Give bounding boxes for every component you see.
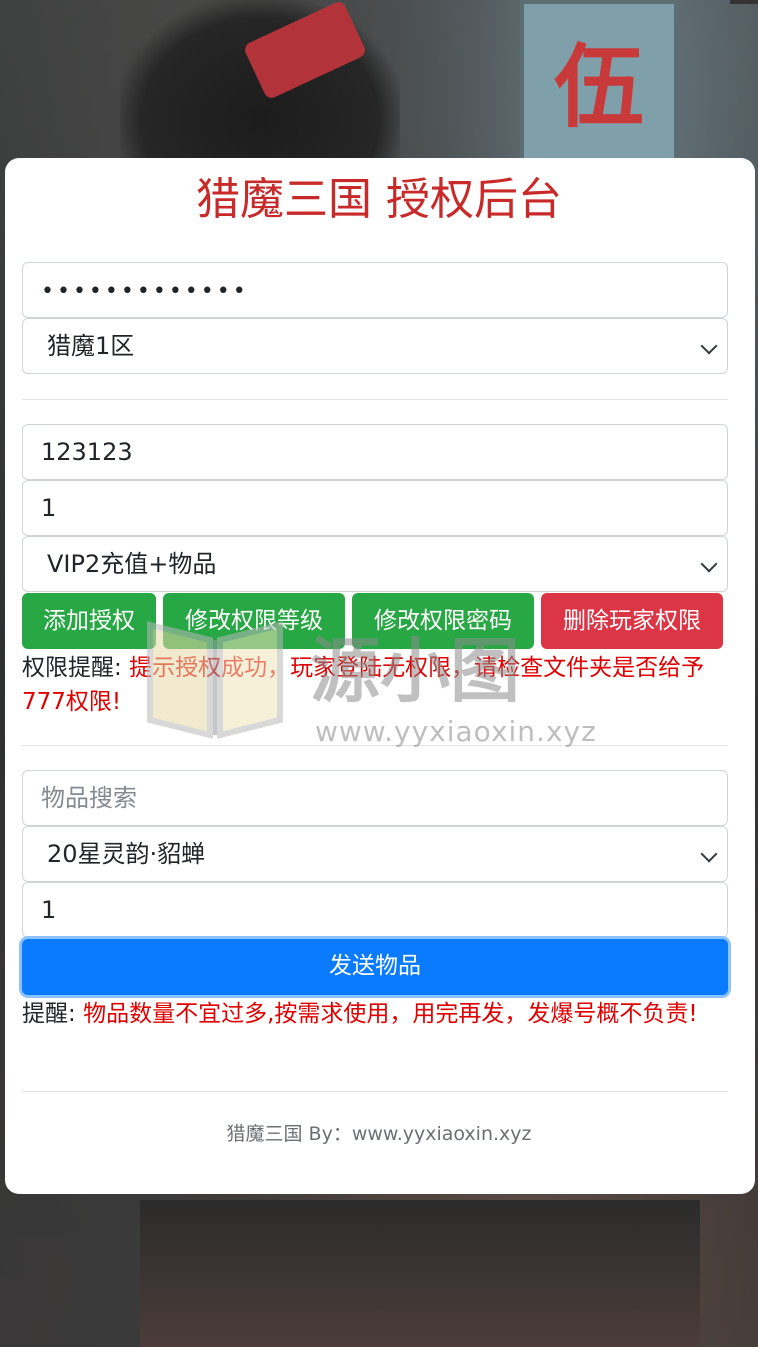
modify-password-button[interactable]: 修改权限密码 bbox=[352, 593, 534, 649]
permission-level-input[interactable]: 1 bbox=[22, 480, 728, 536]
modify-level-button[interactable]: 修改权限等级 bbox=[163, 593, 345, 649]
item-quantity-input[interactable]: 1 bbox=[22, 882, 728, 938]
item-select-value: 20星灵韵·貂蝉 bbox=[47, 840, 206, 868]
permission-notice-label: 权限提醒: bbox=[22, 655, 122, 681]
item-quantity-value: 1 bbox=[41, 896, 57, 924]
admin-password-input[interactable]: ••••••••••••• bbox=[22, 262, 728, 318]
item-search-input[interactable]: 物品搜索 bbox=[22, 770, 728, 826]
chevron-down-icon bbox=[700, 845, 718, 863]
delete-player-button[interactable]: 删除玩家权限 bbox=[541, 593, 723, 649]
send-item-button[interactable]: 发送物品 bbox=[22, 939, 728, 995]
permission-type-select[interactable]: VIP2充值+物品 bbox=[22, 536, 728, 592]
server-select[interactable]: 猎魔1区 bbox=[22, 318, 728, 374]
item-search-placeholder: 物品搜索 bbox=[41, 784, 137, 812]
footer-text: 猎魔三国 By：www.yyxiaoxin.xyz bbox=[226, 1123, 532, 1145]
divider bbox=[22, 1091, 728, 1092]
divider bbox=[22, 745, 728, 746]
admin-password-value: ••••••••••••• bbox=[41, 279, 249, 304]
item-select[interactable]: 20星灵韵·貂蝉 bbox=[22, 826, 728, 882]
player-account-value: 123123 bbox=[41, 438, 133, 466]
background-art-lower bbox=[140, 1200, 700, 1347]
player-action-buttons: 添加授权 修改权限等级 修改权限密码 删除玩家权限 bbox=[22, 593, 728, 649]
chevron-down-icon bbox=[700, 337, 718, 355]
permission-type-value: VIP2充值+物品 bbox=[47, 550, 217, 578]
add-auth-button[interactable]: 添加授权 bbox=[22, 593, 156, 649]
page-title: 猎魔三国 授权后台 bbox=[196, 174, 562, 225]
server-select-value: 猎魔1区 bbox=[47, 332, 135, 360]
item-notice-text: 物品数量不宜过多,按需求使用，用完再发，发爆号概不负责! bbox=[83, 1001, 698, 1027]
background-art-sign: 伍 bbox=[520, 0, 678, 168]
player-account-input[interactable]: 123123 bbox=[22, 424, 728, 480]
permission-notice-text: 提示授权成功，玩家登陆无权限，请检查文件夹是否给予777权限! bbox=[22, 655, 705, 715]
divider bbox=[22, 399, 728, 400]
permission-notice: 权限提醒: 提示授权成功，玩家登陆无权限，请检查文件夹是否给予777权限! bbox=[22, 651, 728, 719]
item-notice: 提醒: 物品数量不宜过多,按需求使用，用完再发，发爆号概不负责! bbox=[22, 997, 728, 1031]
item-notice-label: 提醒: bbox=[22, 1001, 76, 1027]
scrollbar-thumb[interactable] bbox=[730, 0, 758, 4]
chevron-down-icon bbox=[700, 555, 718, 573]
permission-level-value: 1 bbox=[41, 494, 57, 522]
